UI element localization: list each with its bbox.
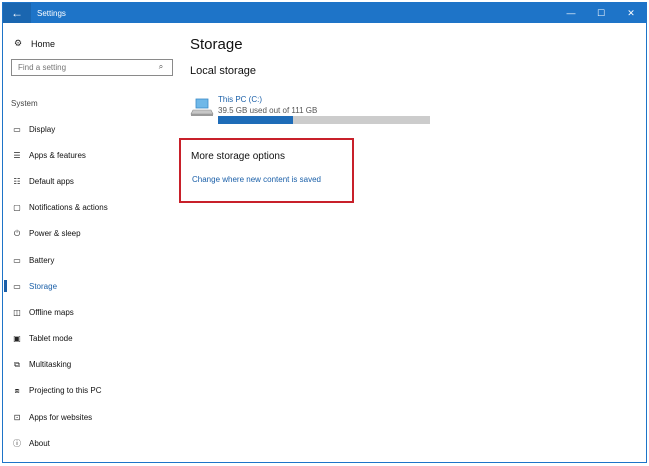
- sidebar-item-label: Power & sleep: [29, 229, 81, 239]
- drive-name: This PC (C:): [218, 95, 262, 104]
- battery-icon: ▭: [13, 255, 21, 265]
- sidebar-item-display[interactable]: ▭ Display: [3, 116, 181, 142]
- close-icon: ✕: [627, 7, 635, 18]
- sidebar-item-label: Notifications & actions: [29, 203, 108, 213]
- sidebar-item-label: Offline maps: [29, 307, 74, 317]
- minimize-icon: —: [566, 8, 576, 18]
- sidebar-item-label: Storage: [29, 281, 58, 291]
- default-apps-icon: ☷: [13, 176, 21, 186]
- usage-bar-fill: [218, 116, 294, 124]
- apps-websites-icon: ⊡: [13, 412, 21, 422]
- sidebar-item-apps-features[interactable]: ☰ Apps & features: [3, 142, 181, 168]
- sidebar-item-multitasking[interactable]: ⧉ Multitasking: [3, 352, 181, 378]
- sidebar-item-tablet-mode[interactable]: ▣ Tablet mode: [3, 326, 181, 352]
- window-title: Settings: [37, 8, 66, 18]
- sidebar-item-label: Projecting to this PC: [29, 386, 102, 396]
- change-content-location-link[interactable]: Change where new content is saved: [192, 175, 321, 184]
- apps-list-icon: ☰: [13, 150, 21, 160]
- drive-entry[interactable]: This PC (C:) 39.5 GB used out of 111 GB: [190, 93, 435, 125]
- sidebar-nav: ▭ Display ☰ Apps & features ☷ Default ap…: [3, 116, 181, 456]
- tablet-icon: ▣: [13, 334, 21, 344]
- home-label: Home: [31, 38, 56, 49]
- home-link[interactable]: ⚙ Home: [11, 38, 55, 49]
- sidebar-item-battery[interactable]: ▭ Battery: [3, 247, 181, 273]
- map-icon: ◫: [13, 307, 21, 317]
- info-icon: ⓘ: [13, 438, 21, 448]
- sidebar-item-label: Apps for websites: [29, 412, 93, 422]
- close-button[interactable]: ✕: [616, 3, 646, 23]
- back-arrow-icon: ←: [11, 6, 23, 20]
- minimize-button[interactable]: —: [556, 3, 586, 23]
- sidebar-item-notifications[interactable]: ▢ Notifications & actions: [3, 195, 181, 221]
- multitasking-icon: ⧉: [14, 359, 20, 369]
- highlight-box: [179, 138, 354, 203]
- sidebar: ⚙ Home ⌕ System ▭ Display ☰ Apps & featu…: [3, 23, 181, 462]
- sidebar-item-label: About: [29, 438, 50, 448]
- sidebar-item-label: Tablet mode: [29, 334, 73, 344]
- projecting-icon: ⧈: [14, 385, 20, 395]
- search-input[interactable]: [18, 63, 153, 72]
- sidebar-item-default-apps[interactable]: ☷ Default apps: [3, 168, 181, 194]
- sidebar-item-label: Display: [29, 124, 56, 134]
- sidebar-item-label: Apps & features: [29, 150, 86, 160]
- sidebar-item-offline-maps[interactable]: ◫ Offline maps: [3, 299, 181, 325]
- sidebar-item-apps-websites[interactable]: ⊡ Apps for websites: [3, 404, 181, 430]
- more-storage-options-title: More storage options: [191, 151, 285, 162]
- monitor-icon: ▭: [13, 124, 21, 134]
- title-bar: ← Settings — ☐ ✕: [3, 3, 646, 23]
- sidebar-item-about[interactable]: ⓘ About: [3, 430, 181, 456]
- main-content: Storage Local storage This PC (C:) 39.5 …: [190, 23, 646, 462]
- sidebar-item-storage[interactable]: ▭ Storage: [3, 273, 181, 299]
- gear-icon: ⚙: [13, 38, 23, 48]
- drive-icon: [190, 93, 218, 123]
- usage-bar-track: [218, 116, 430, 124]
- sidebar-item-label: Default apps: [29, 176, 74, 186]
- sidebar-item-label: Multitasking: [29, 360, 72, 370]
- drive-usage-text: 39.5 GB used out of 111 GB: [218, 106, 318, 115]
- page-title: Storage: [190, 36, 243, 53]
- sidebar-item-projecting[interactable]: ⧈ Projecting to this PC: [3, 378, 181, 404]
- power-icon: ⏻: [13, 228, 21, 238]
- sidebar-item-power-sleep[interactable]: ⏻ Power & sleep: [3, 221, 181, 247]
- settings-window: ← Settings — ☐ ✕ ⚙ Home ⌕ System ▭ Displ…: [2, 2, 647, 463]
- sidebar-item-label: Battery: [29, 255, 55, 265]
- notifications-icon: ▢: [13, 203, 21, 213]
- maximize-button[interactable]: ☐: [586, 3, 616, 23]
- search-icon[interactable]: ⌕: [154, 62, 168, 72]
- section-label-system: System: [11, 99, 38, 108]
- search-box[interactable]: ⌕: [11, 59, 173, 76]
- storage-icon: ▭: [13, 281, 21, 291]
- back-button[interactable]: ←: [3, 3, 31, 23]
- local-storage-title: Local storage: [190, 65, 257, 77]
- maximize-icon: ☐: [596, 7, 606, 18]
